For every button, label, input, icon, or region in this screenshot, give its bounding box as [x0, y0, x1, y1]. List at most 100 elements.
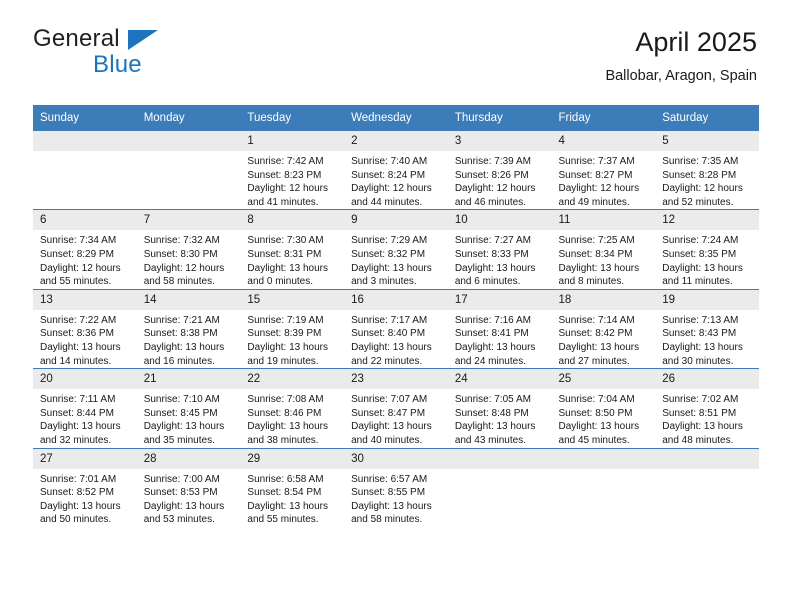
daylight-text-line1: Daylight: 13 hours: [558, 341, 640, 353]
daylight-text-line1: Daylight: 13 hours: [351, 500, 432, 512]
calendar-day-cell[interactable]: 12 Sunrise: 7:24 AM Sunset: 8:35 PM Dayl…: [655, 209, 759, 290]
day-number: 24: [447, 369, 552, 390]
logo-triangle-icon: [128, 30, 158, 50]
daylight-text-line2: and 0 minutes.: [247, 276, 314, 288]
calendar-day-cell[interactable]: 11 Sunrise: 7:25 AM Sunset: 8:34 PM Dayl…: [551, 209, 656, 290]
daylight-text-line1: Daylight: 13 hours: [662, 421, 743, 433]
sunrise-text: Sunrise: 7:35 AM: [662, 156, 739, 167]
day-number: [655, 448, 759, 469]
day-number: 6: [33, 210, 137, 231]
calendar-day-cell[interactable]: 21 Sunrise: 7:10 AM Sunset: 8:45 PM Dayl…: [136, 368, 241, 448]
day-details: Sunrise: 7:25 AM Sunset: 8:34 PM Dayligh…: [552, 230, 656, 288]
daylight-text-line2: and 24 minutes.: [454, 355, 526, 367]
calendar-day-cell[interactable]: 24 Sunrise: 7:05 AM Sunset: 8:48 PM Dayl…: [447, 368, 552, 448]
day-details: Sunrise: 7:00 AM Sunset: 8:53 PM Dayligh…: [137, 469, 241, 527]
day-number: 7: [136, 210, 241, 231]
daylight-text-line1: Daylight: 13 hours: [247, 341, 329, 353]
daylight-text-line1: Daylight: 12 hours: [351, 183, 432, 195]
daylight-text-line2: and 40 minutes.: [351, 434, 423, 446]
sunrise-text: Sunrise: 7:13 AM: [662, 314, 739, 326]
calendar-day-cell[interactable]: 13 Sunrise: 7:22 AM Sunset: 8:36 PM Dayl…: [33, 288, 137, 369]
day-number: 13: [33, 289, 137, 310]
sunset-text: Sunset: 8:34 PM: [558, 248, 633, 260]
weekday-header-wednesday: Wednesday: [344, 105, 448, 131]
day-details: Sunrise: 7:34 AM Sunset: 8:29 PM Dayligh…: [33, 230, 137, 288]
day-number: 25: [551, 369, 656, 390]
calendar-day-cell[interactable]: 19 Sunrise: 7:13 AM Sunset: 8:43 PM Dayl…: [655, 288, 759, 369]
calendar-week-row: 13 Sunrise: 7:22 AM Sunset: 8:36 PM Dayl…: [33, 288, 759, 369]
day-details: Sunrise: 7:02 AM Sunset: 8:51 PM Dayligh…: [655, 389, 759, 447]
calendar-day-cell[interactable]: 18 Sunrise: 7:14 AM Sunset: 8:42 PM Dayl…: [551, 288, 656, 369]
calendar-day-cell[interactable]: 23 Sunrise: 7:07 AM Sunset: 8:47 PM Dayl…: [344, 368, 448, 448]
calendar-day-cell[interactable]: 8 Sunrise: 7:30 AM Sunset: 8:31 PM Dayli…: [240, 209, 345, 290]
calendar-day-cell[interactable]: 7 Sunrise: 7:32 AM Sunset: 8:30 PM Dayli…: [136, 209, 241, 290]
day-number: 12: [655, 210, 759, 231]
sunrise-text: Sunrise: 6:57 AM: [351, 473, 428, 485]
calendar-day-cell[interactable]: 4 Sunrise: 7:37 AM Sunset: 8:27 PM Dayli…: [551, 129, 656, 210]
daylight-text-line1: Daylight: 12 hours: [454, 183, 536, 195]
day-number: 11: [551, 210, 656, 231]
day-number: 23: [344, 369, 448, 390]
daylight-text-line1: Daylight: 13 hours: [40, 500, 121, 512]
general-blue-logo[interactable]: General Blue: [33, 26, 273, 86]
calendar-day-cell[interactable]: 29 Sunrise: 6:58 AM Sunset: 8:54 PM Dayl…: [240, 447, 345, 527]
calendar-day-cell[interactable]: 28 Sunrise: 7:00 AM Sunset: 8:53 PM Dayl…: [136, 447, 241, 527]
day-number: 30: [344, 448, 448, 469]
day-number: 27: [33, 448, 137, 469]
calendar-day-cell[interactable]: 25 Sunrise: 7:04 AM Sunset: 8:50 PM Dayl…: [551, 368, 656, 448]
day-number: 8: [240, 210, 345, 231]
calendar-day-cell[interactable]: 5 Sunrise: 7:35 AM Sunset: 8:28 PM Dayli…: [655, 129, 759, 210]
calendar-day-cell[interactable]: 20 Sunrise: 7:11 AM Sunset: 8:44 PM Dayl…: [33, 368, 137, 448]
weekday-header-tuesday: Tuesday: [240, 105, 345, 131]
daylight-text-line1: Daylight: 13 hours: [40, 421, 121, 433]
calendar-day-cell[interactable]: 9 Sunrise: 7:29 AM Sunset: 8:32 PM Dayli…: [344, 209, 448, 290]
sunrise-text: Sunrise: 7:27 AM: [454, 235, 531, 247]
sunrise-text: Sunrise: 7:10 AM: [143, 394, 220, 406]
daylight-text-line1: Daylight: 12 hours: [40, 262, 121, 274]
day-number: 5: [655, 131, 759, 151]
day-number: 17: [447, 289, 552, 310]
sunset-text: Sunset: 8:23 PM: [247, 169, 322, 181]
sunrise-text: Sunrise: 7:29 AM: [351, 235, 428, 247]
daylight-text-line2: and 27 minutes.: [558, 355, 630, 367]
daylight-text-line1: Daylight: 13 hours: [351, 262, 432, 274]
day-number: 4: [551, 131, 656, 151]
daylight-text-line1: Daylight: 12 hours: [247, 183, 329, 195]
calendar-day-cell[interactable]: 6 Sunrise: 7:34 AM Sunset: 8:29 PM Dayli…: [33, 209, 137, 290]
sunrise-text: Sunrise: 7:39 AM: [454, 156, 531, 167]
calendar-day-cell[interactable]: 17 Sunrise: 7:16 AM Sunset: 8:41 PM Dayl…: [447, 288, 552, 369]
daylight-text-line2: and 38 minutes.: [247, 434, 319, 446]
weekday-header-thursday: Thursday: [447, 105, 552, 131]
calendar-day-cell[interactable]: 16 Sunrise: 7:17 AM Sunset: 8:40 PM Dayl…: [344, 288, 448, 369]
calendar-day-cell: [33, 129, 137, 210]
day-number: 19: [655, 289, 759, 310]
daylight-text-line2: and 58 minutes.: [143, 276, 215, 288]
daylight-text-line2: and 16 minutes.: [143, 355, 215, 367]
calendar-day-cell[interactable]: 10 Sunrise: 7:27 AM Sunset: 8:33 PM Dayl…: [447, 209, 552, 290]
day-details: Sunrise: 7:29 AM Sunset: 8:32 PM Dayligh…: [344, 230, 448, 288]
calendar-day-cell[interactable]: 15 Sunrise: 7:19 AM Sunset: 8:39 PM Dayl…: [240, 288, 345, 369]
day-details: Sunrise: 7:11 AM Sunset: 8:44 PM Dayligh…: [33, 389, 137, 447]
logo-text-blue: Blue: [93, 51, 142, 78]
daylight-text-line1: Daylight: 13 hours: [143, 500, 225, 512]
calendar-day-cell[interactable]: 2 Sunrise: 7:40 AM Sunset: 8:24 PM Dayli…: [344, 129, 448, 210]
sunrise-text: Sunrise: 7:30 AM: [247, 235, 324, 247]
calendar-day-cell[interactable]: 27 Sunrise: 7:01 AM Sunset: 8:52 PM Dayl…: [33, 447, 137, 527]
calendar-day-cell[interactable]: 22 Sunrise: 7:08 AM Sunset: 8:46 PM Dayl…: [240, 368, 345, 448]
calendar-day-cell[interactable]: 26 Sunrise: 7:02 AM Sunset: 8:51 PM Dayl…: [655, 368, 759, 448]
daylight-text-line1: Daylight: 12 hours: [143, 262, 225, 274]
day-details: Sunrise: 7:21 AM Sunset: 8:38 PM Dayligh…: [137, 310, 241, 368]
calendar-day-cell[interactable]: 1 Sunrise: 7:42 AM Sunset: 8:23 PM Dayli…: [240, 129, 345, 210]
day-number: 16: [344, 289, 448, 310]
daylight-text-line2: and 43 minutes.: [454, 434, 526, 446]
daylight-text-line1: Daylight: 13 hours: [351, 341, 432, 353]
sunset-text: Sunset: 8:44 PM: [40, 407, 114, 419]
calendar-day-cell[interactable]: 14 Sunrise: 7:21 AM Sunset: 8:38 PM Dayl…: [136, 288, 241, 369]
daylight-text-line1: Daylight: 13 hours: [558, 262, 640, 274]
day-number: 22: [240, 369, 345, 390]
calendar-day-cell[interactable]: 3 Sunrise: 7:39 AM Sunset: 8:26 PM Dayli…: [447, 129, 552, 210]
calendar-day-cell[interactable]: 30 Sunrise: 6:57 AM Sunset: 8:55 PM Dayl…: [344, 447, 448, 527]
sunset-text: Sunset: 8:45 PM: [143, 407, 218, 419]
daylight-text-line2: and 45 minutes.: [558, 434, 630, 446]
day-number: 15: [240, 289, 345, 310]
